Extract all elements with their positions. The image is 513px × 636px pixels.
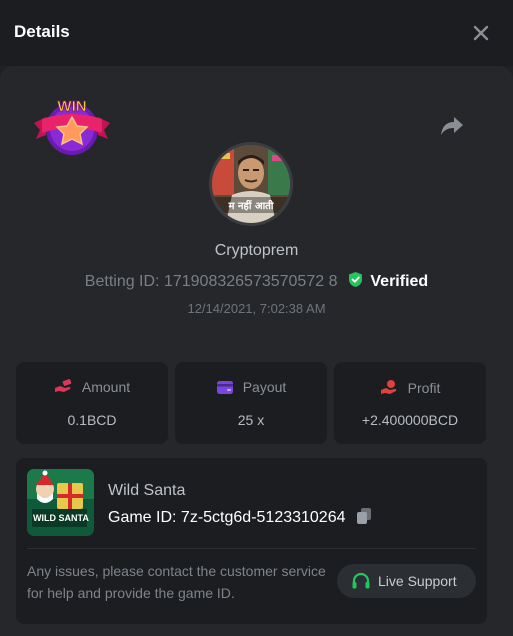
amount-value: 0.1BCD — [67, 412, 117, 428]
win-text: WIN — [57, 98, 86, 115]
bet-timestamp: 12/14/2021, 7:02:38 AM — [187, 301, 326, 316]
win-badge: WIN — [32, 95, 112, 157]
avatar-image: म नहीं आती — [212, 145, 290, 223]
share-icon[interactable] — [439, 114, 465, 138]
username: Cryptoprem — [214, 242, 299, 259]
profit-icon — [380, 380, 396, 394]
stats-row: Amount 0.1BCD Payout 25 x Profit +2.4000… — [16, 362, 487, 444]
copy-icon[interactable] — [356, 507, 372, 525]
headset-icon — [352, 572, 370, 589]
payout-label: Payout — [242, 379, 287, 395]
game-thumbnail-image: WILD SANTA — [27, 469, 94, 536]
copy-button[interactable] — [356, 507, 372, 530]
amount-label: Amount — [81, 379, 131, 395]
game-name: Wild Santa — [108, 482, 186, 499]
profit-label: Profit — [407, 380, 441, 396]
verified-label: Verified — [370, 273, 429, 290]
avatar: म नहीं आती — [209, 142, 293, 226]
live-support-button[interactable]: Live Support — [337, 564, 476, 598]
betting-id-label: Betting ID: — [84, 273, 160, 290]
game-thumb-text: WILD SANTA — [33, 513, 89, 523]
game-id-row: Game ID: 7z-5ctg6d-5123310264 — [108, 507, 372, 530]
avatar-caption: म नहीं आती — [228, 199, 274, 212]
page-title: Details — [14, 22, 70, 41]
payout-value: 25 x — [237, 412, 265, 428]
close-icon[interactable] — [470, 22, 492, 44]
profit-value: +2.400000BCD — [361, 412, 459, 428]
stat-profit: Profit +2.400000BCD — [334, 362, 486, 444]
help-text: Any issues, please contact the customer … — [27, 563, 326, 601]
details-header: Details — [0, 0, 513, 66]
live-support-label[interactable]: Live Support — [378, 573, 457, 589]
game-card: WILD SANTA Wild Santa Game ID: 7z-5ctg6d… — [16, 458, 487, 624]
betting-id-value: 171908326573570572 8 — [163, 273, 338, 290]
stat-amount: Amount 0.1BCD — [16, 362, 168, 444]
divider — [27, 548, 476, 549]
payout-icon — [216, 381, 233, 394]
stat-payout: Payout 25 x — [175, 362, 327, 444]
game-id-label: Game ID: — [108, 509, 177, 526]
verified-shield-icon — [348, 272, 362, 287]
game-id-value: 7z-5ctg6d-5123310264 — [180, 509, 346, 526]
win-badge-icon: WIN — [34, 98, 110, 155]
close-button[interactable] — [470, 22, 492, 44]
share-button[interactable] — [439, 114, 465, 138]
betting-id-row: Betting ID: 171908326573570572 8 Verifie… — [0, 271, 513, 291]
game-thumbnail[interactable]: WILD SANTA — [27, 469, 94, 536]
amount-icon — [54, 379, 72, 392]
